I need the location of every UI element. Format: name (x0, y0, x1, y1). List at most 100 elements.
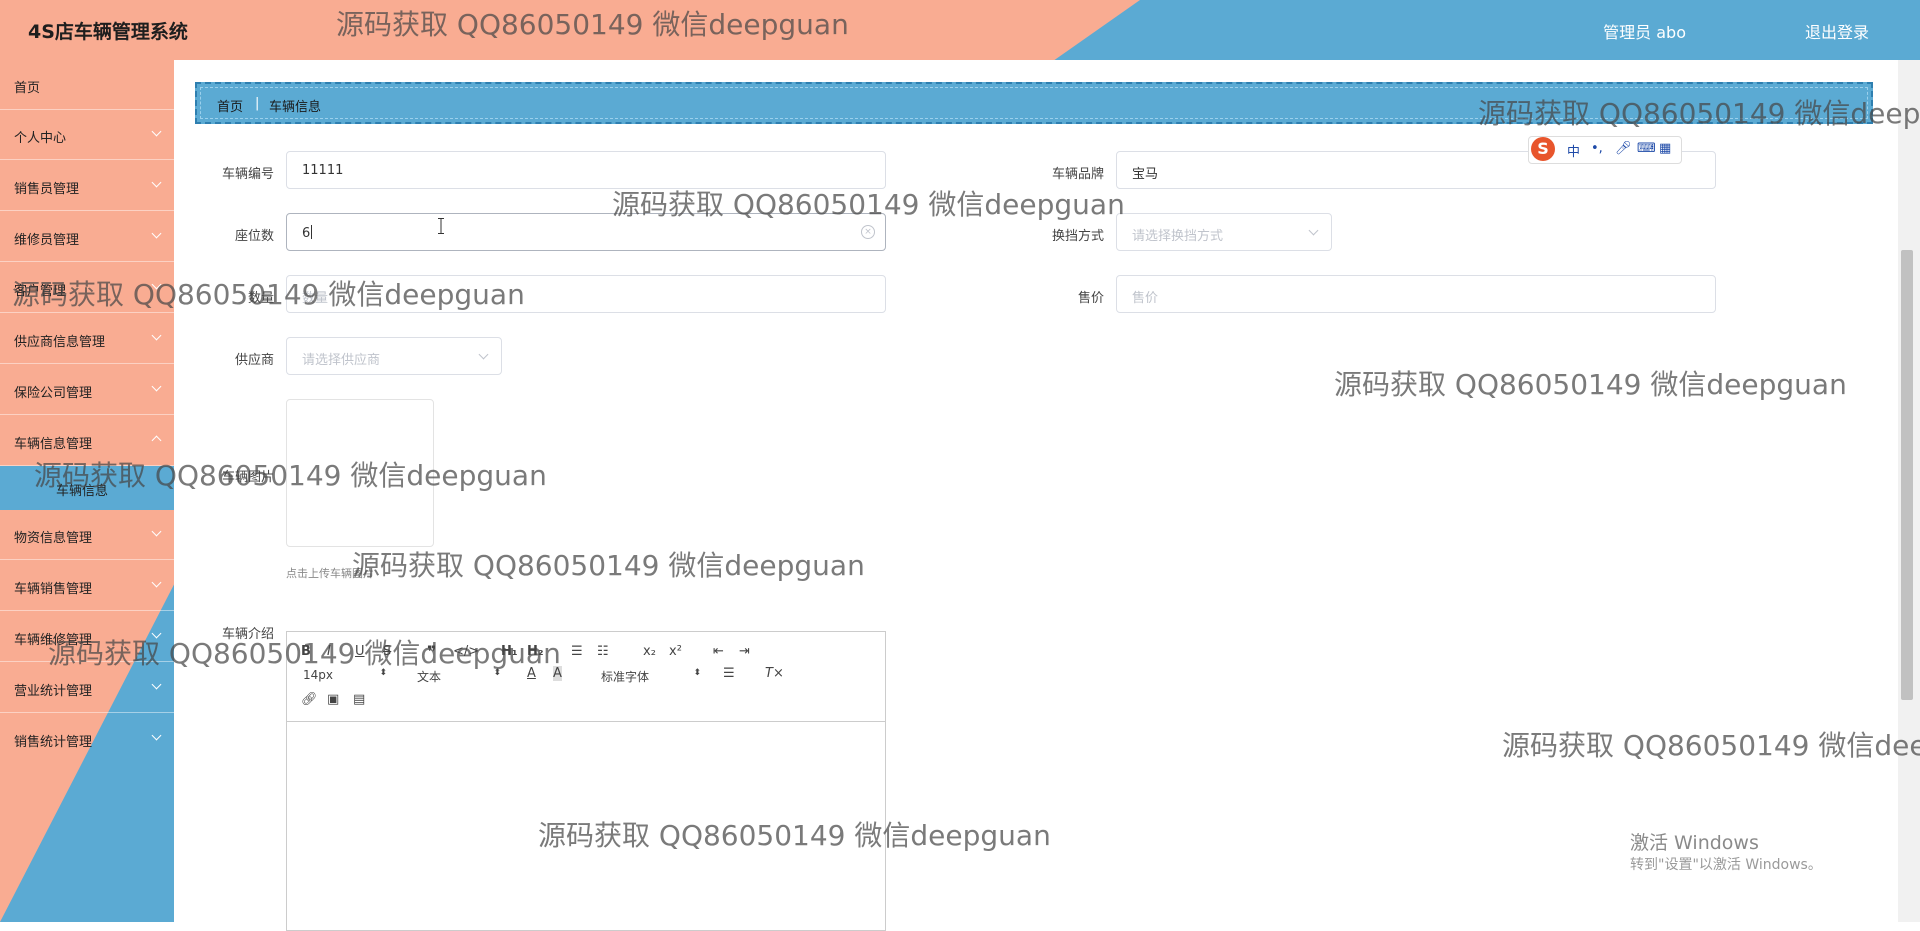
vehicle-no-value: 11111 (302, 163, 344, 178)
sidebar-item-label: 销售员管理 (14, 182, 80, 197)
image-label: 车辆图片 (221, 470, 274, 485)
transmission-select[interactable]: 请选择换挡方式 (1116, 213, 1332, 251)
bullet-list-icon[interactable]: ☷ (597, 644, 609, 659)
sidebar-item-label: 保险公司管理 (14, 386, 93, 401)
italic-icon[interactable]: I (327, 644, 331, 659)
font-size-select[interactable]: 14px ⬍ (303, 668, 387, 682)
image-upload-tip[interactable]: 点击上传车辆图片 (286, 565, 374, 581)
sidebar-item-label: 维修员管理 (14, 233, 80, 248)
watermark: 源码获取 QQ86050149 微信deepguan (1502, 729, 1920, 762)
subscript-icon[interactable]: x₂ (643, 644, 656, 659)
chevron-down-icon (151, 679, 162, 690)
logout-button[interactable]: 退出登录 (1805, 19, 1869, 43)
sidebar-item-label: 车辆信息管理 (14, 437, 93, 452)
sidebar-item-personal-center[interactable]: 个人中心 (0, 110, 174, 160)
sidebar: 首页 个人中心 销售员管理 维修员管理 客户管理 供应商信息管理 保险公司管理 … (0, 60, 174, 922)
rich-text-editor: B I U S ❞ </> H₁ H₂ ☰ ☷ x₂ x² ⇤ ⇥ 14px ⬍… (286, 631, 886, 931)
font-size-value: 14px (303, 668, 333, 682)
seats-input[interactable]: 6 × (286, 213, 886, 251)
indent-icon[interactable]: ⇥ (739, 644, 750, 659)
background-color-icon[interactable]: A (553, 666, 562, 681)
supplier-placeholder: 请选择供应商 (302, 353, 381, 368)
superscript-icon[interactable]: x² (669, 644, 682, 659)
quantity-placeholder: 数量 (302, 291, 329, 306)
heading-1-icon[interactable]: H₁ (501, 644, 518, 659)
keyboard-icon[interactable]: ⌨ (1637, 141, 1656, 156)
block-type-value: 文本 (417, 670, 442, 684)
microphone-icon[interactable]: 🎤︎ (1615, 141, 1632, 156)
sidebar-item-sales-stats[interactable]: 销售统计管理 (0, 714, 174, 764)
sidebar-item-home[interactable]: 首页 (0, 60, 174, 110)
sidebar-item-label: 供应商信息管理 (14, 335, 106, 350)
windows-activation-title: 激活 Windows (1630, 832, 1759, 854)
ordered-list-icon[interactable]: ☰ (571, 644, 583, 659)
top-bar: 4S店车辆管理系统 管理员 abo 退出登录 (0, 0, 1920, 60)
font-family-value: 标准字体 (601, 670, 650, 684)
sidebar-item-label: 车辆维修管理 (14, 633, 93, 648)
chevron-down-icon (151, 577, 162, 588)
sidebar-item-label: 首页 (14, 81, 41, 96)
clear-icon[interactable]: × (861, 225, 875, 239)
breadcrumb: 首页 | 车辆信息 (195, 82, 1873, 124)
scrollbar-thumb[interactable] (1901, 250, 1913, 700)
toolbox-icon[interactable]: ▦ (1659, 141, 1671, 156)
sidebar-item-label: 销售统计管理 (14, 735, 93, 750)
sogou-logo-icon[interactable]: S (1531, 137, 1555, 161)
watermark: 源码获取 QQ86050149 微信deepguan (1334, 368, 1847, 401)
font-family-select[interactable]: 标准字体 ⬍ (601, 668, 701, 685)
punctuation-icon[interactable]: •, (1591, 141, 1603, 156)
block-type-select[interactable]: 文本 ⬍ (417, 668, 501, 685)
sidebar-item-insurance[interactable]: 保险公司管理 (0, 365, 174, 415)
chevron-down-icon (151, 526, 162, 537)
current-user: 管理员 abo (1603, 23, 1686, 42)
image-icon[interactable]: ▣ (327, 692, 339, 707)
breadcrumb-home[interactable]: 首页 (217, 96, 243, 115)
text-caret (311, 225, 313, 239)
heading-2-icon[interactable]: H₂ (527, 644, 544, 659)
chevron-down-icon (151, 126, 162, 137)
bold-icon[interactable]: B (301, 644, 311, 659)
sidebar-item-business-stats[interactable]: 营业统计管理 (0, 663, 174, 713)
sidebar-item-supplier[interactable]: 供应商信息管理 (0, 314, 174, 364)
sidebar-item-vehicle-sales[interactable]: 车辆销售管理 (0, 561, 174, 611)
ime-toolbar[interactable]: S 中 •, 🎤︎ ⌨ ▦ (1528, 136, 1682, 164)
align-icon[interactable]: ☰ (723, 666, 735, 681)
sidebar-item-repairman[interactable]: 维修员管理 (0, 212, 174, 262)
video-icon[interactable]: ▤ (353, 692, 365, 707)
sidebar-subitem-label: 车辆信息 (56, 484, 109, 499)
seats-value: 6 (302, 226, 311, 241)
quantity-input[interactable]: 数量 (286, 275, 886, 313)
sidebar-item-vehicle-info[interactable]: 车辆信息管理 (0, 416, 174, 466)
clear-format-icon[interactable]: T× (765, 666, 784, 681)
link-icon[interactable]: 🔗︎ (301, 692, 318, 707)
chevron-down-icon (151, 177, 162, 188)
chevron-down-icon (151, 628, 162, 639)
blockquote-icon[interactable]: ❞ (427, 642, 436, 661)
updown-icon: ⬍ (379, 668, 387, 678)
editor-toolbar: B I U S ❞ </> H₁ H₂ ☰ ☷ x₂ x² ⇤ ⇥ 14px ⬍… (287, 632, 885, 722)
sidebar-item-customer[interactable]: 客户管理 (0, 263, 174, 313)
outdent-icon[interactable]: ⇤ (713, 644, 724, 659)
supplier-label: 供应商 (234, 353, 274, 368)
price-input[interactable]: 售价 (1116, 275, 1716, 313)
sidebar-item-vehicle-repair[interactable]: 车辆维修管理 (0, 612, 174, 662)
vehicle-no-input[interactable]: 11111 (286, 151, 886, 189)
chevron-down-icon (151, 228, 162, 239)
chevron-down-icon (478, 349, 489, 360)
chevron-down-icon (151, 730, 162, 741)
font-color-icon[interactable]: A (527, 666, 536, 681)
supplier-select[interactable]: 请选择供应商 (286, 337, 502, 375)
ime-mode[interactable]: 中 (1567, 141, 1580, 160)
image-upload-box[interactable] (286, 399, 434, 547)
underline-icon[interactable]: U (355, 644, 365, 659)
sidebar-item-materials[interactable]: 物资信息管理 (0, 510, 174, 560)
sidebar-subitem-vehicle-info[interactable]: 车辆信息 (0, 466, 174, 510)
brand-label: 车辆品牌 (1051, 167, 1104, 182)
chevron-down-icon (1308, 225, 1319, 236)
sidebar-item-label: 客户管理 (14, 284, 67, 299)
strikethrough-icon[interactable]: S (383, 644, 391, 659)
sidebar-item-label: 车辆销售管理 (14, 582, 93, 597)
code-block-icon[interactable]: </> (453, 644, 479, 659)
sidebar-item-salesperson[interactable]: 销售员管理 (0, 161, 174, 211)
text-cursor-icon (438, 218, 444, 234)
